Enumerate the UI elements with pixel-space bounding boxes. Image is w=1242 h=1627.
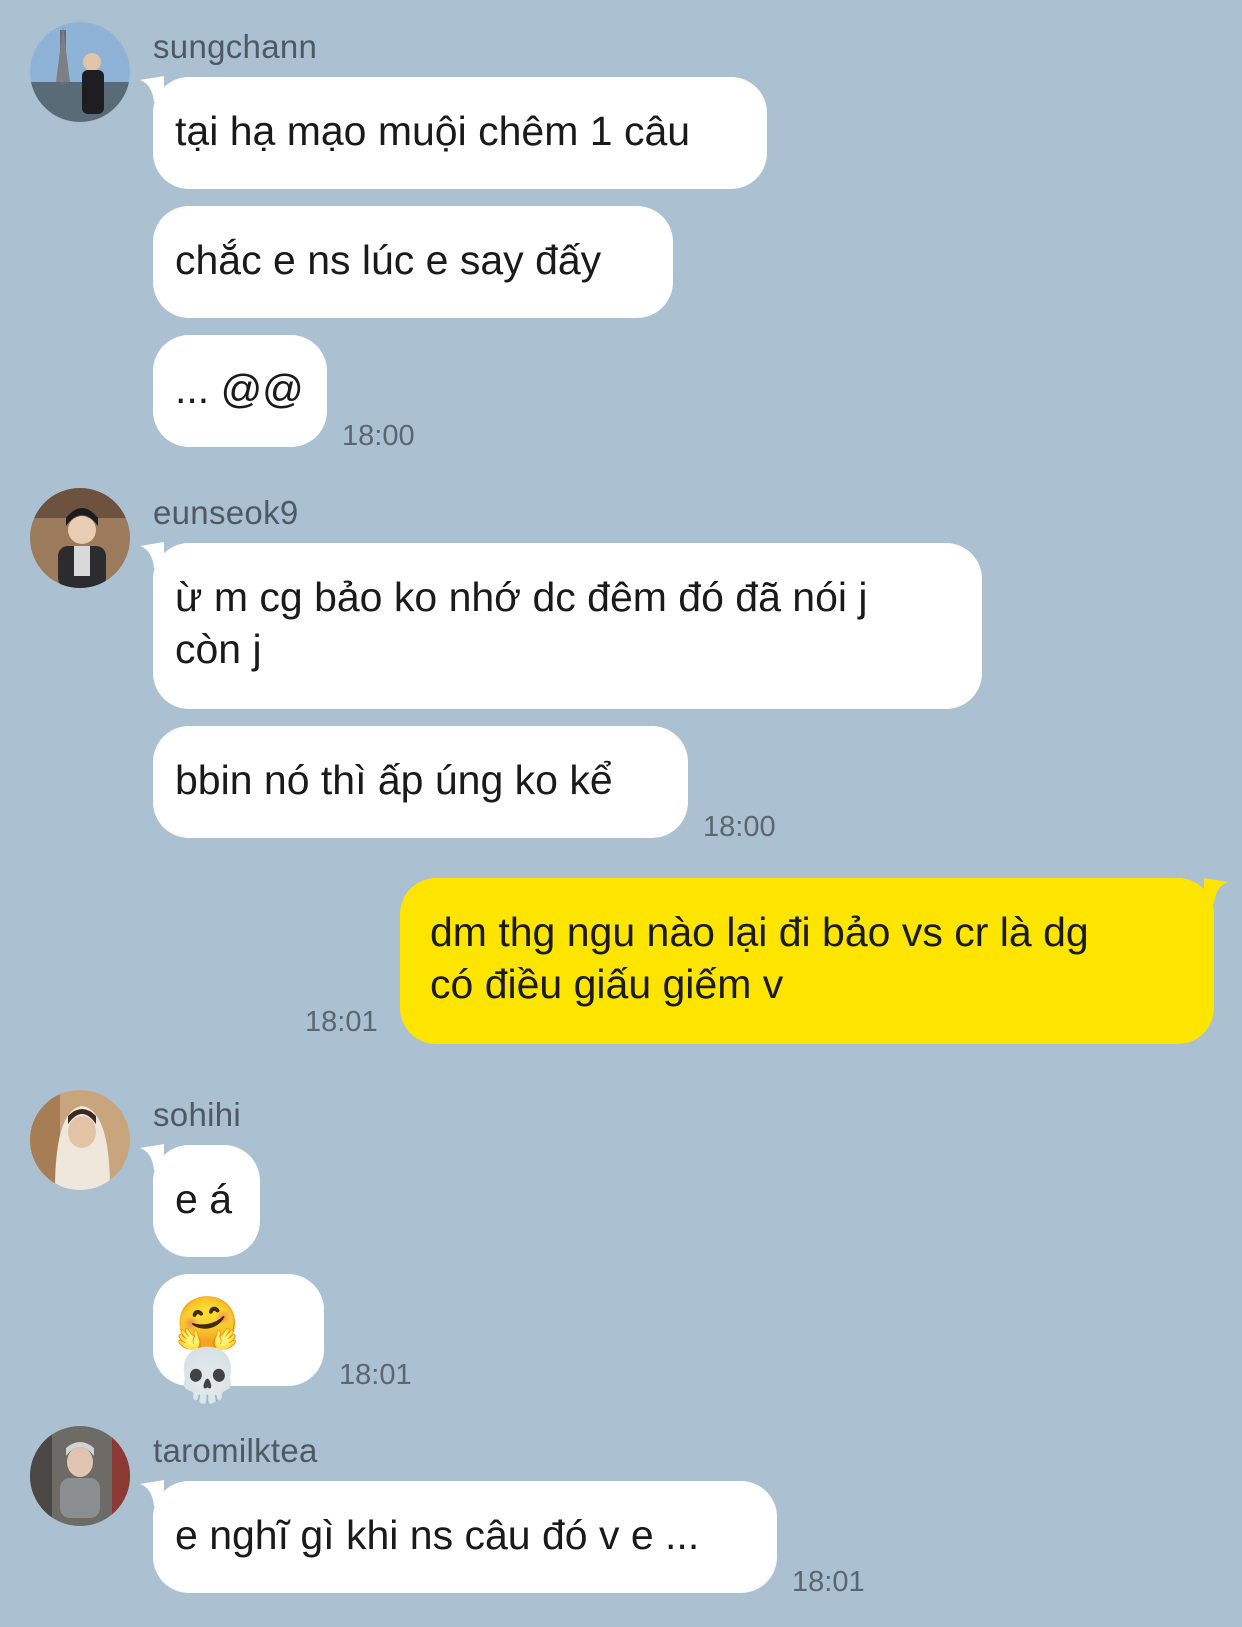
chat-thread: sungchann tại hạ mạo muội chêm 1 câu chắ… — [0, 0, 1242, 1627]
taromilktea-avatar[interactable] — [30, 1426, 130, 1526]
avatar-photo-icon — [30, 22, 130, 122]
message-timestamp: 18:01 — [792, 1566, 865, 1598]
message-bubble[interactable]: tại hạ mạo muội chêm 1 câu — [153, 77, 767, 189]
sungchann-avatar[interactable] — [30, 22, 130, 122]
avatar-photo-icon — [30, 1090, 130, 1190]
avatar-photo-icon — [30, 488, 130, 588]
eunseok9-avatar[interactable] — [30, 488, 130, 588]
message-timestamp: 18:00 — [703, 811, 776, 843]
message-timestamp: 18:01 — [305, 1006, 378, 1038]
message-bubble[interactable]: chắc e ns lúc e say đấy — [153, 206, 673, 318]
emoji-message-bubble[interactable]: 🤗 💀 — [153, 1274, 324, 1402]
message-bubble[interactable]: e á — [153, 1145, 260, 1257]
sender-name: taromilktea — [153, 1432, 318, 1469]
sender-name: eunseok9 — [153, 494, 299, 531]
my-message-bubble[interactable]: dm thg ngu nào lại đi bảo vs cr là dg có… — [400, 878, 1214, 1044]
avatar-photo-icon — [30, 1426, 130, 1526]
message-bubble[interactable]: e nghĩ gì khi ns câu đó v e ... — [153, 1481, 777, 1593]
message-bubble[interactable]: ... @@ — [153, 335, 327, 447]
message-bubble[interactable]: bbin nó thì ấp úng ko kể — [153, 726, 688, 838]
message-timestamp: 18:00 — [342, 420, 415, 452]
bubble-tail — [1204, 878, 1228, 904]
sender-name: sohihi — [153, 1096, 242, 1133]
sender-name: sungchann — [153, 28, 318, 65]
message-bubble[interactable]: ừ m cg bảo ko nhớ dc đêm đó đã nói j còn… — [153, 543, 982, 709]
sohihi-avatar[interactable] — [30, 1090, 130, 1190]
message-timestamp: 18:01 — [339, 1359, 412, 1391]
